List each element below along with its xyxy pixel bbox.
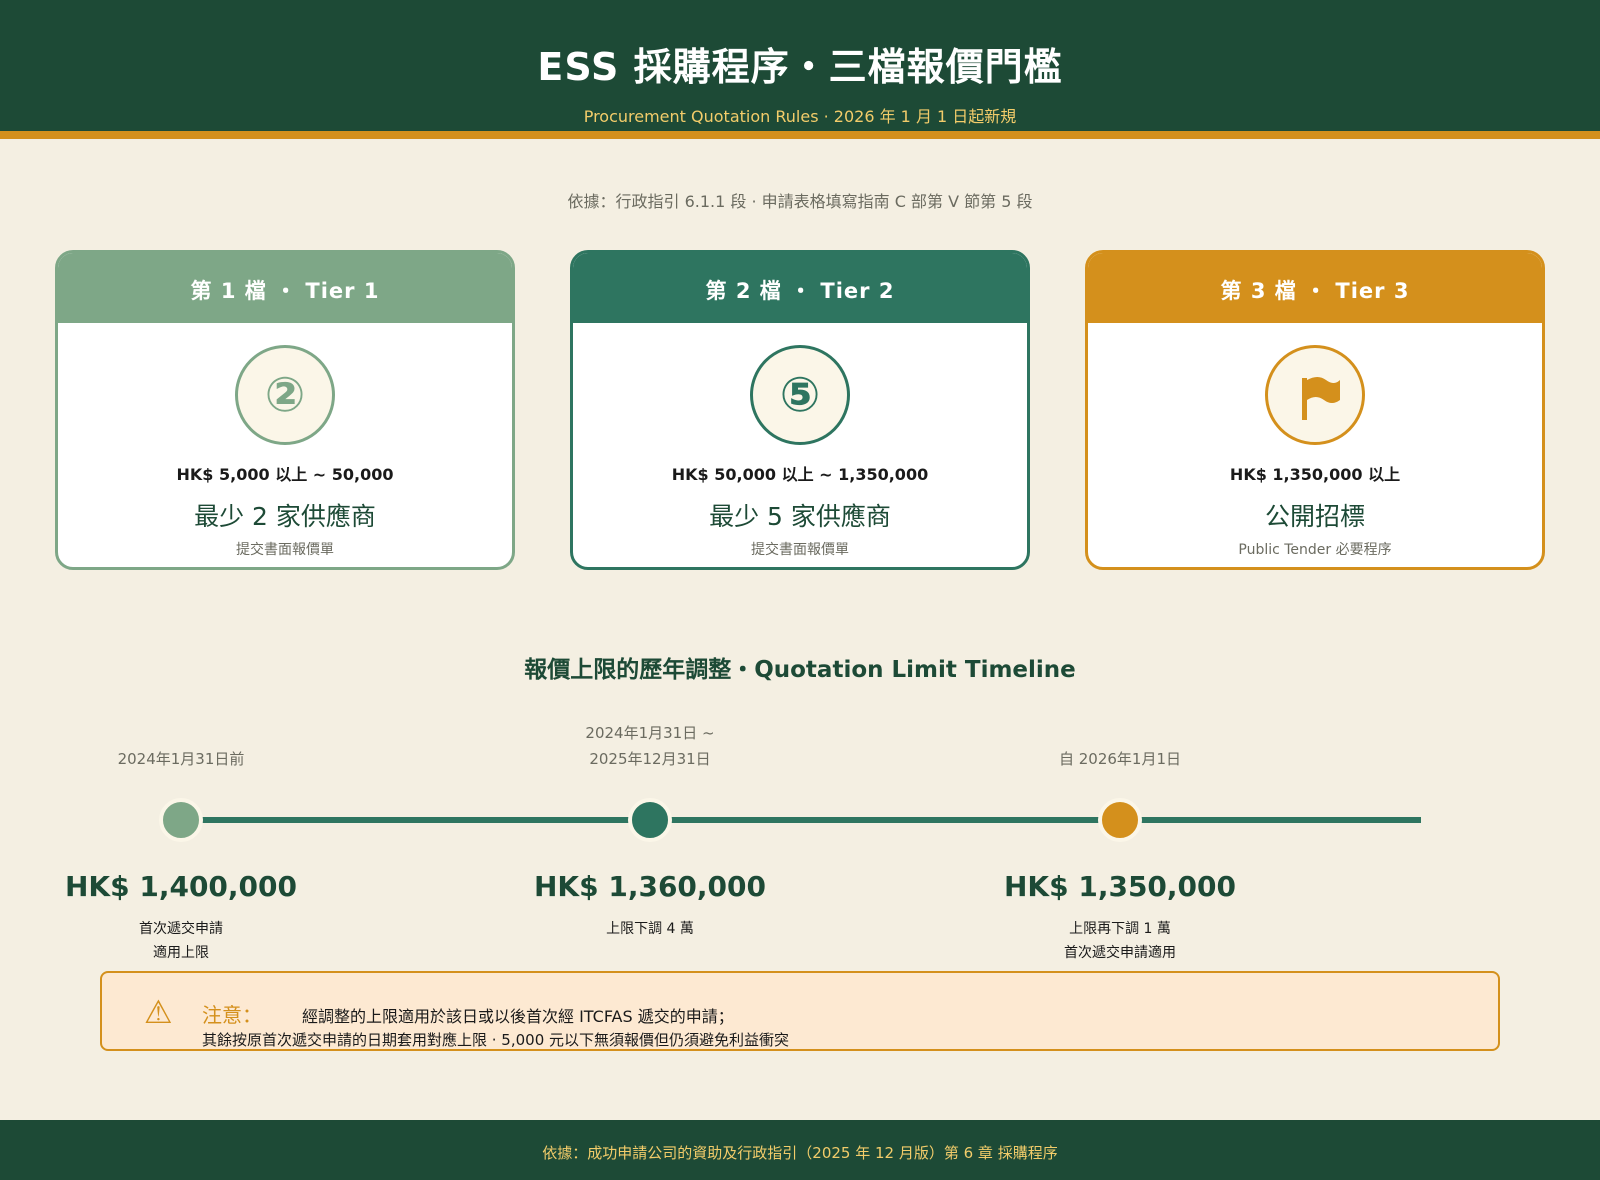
tier-2-heading: 第 2 檔 ・ Tier 2: [573, 253, 1027, 323]
tier-3-heading: 第 3 檔 ・ Tier 3: [1088, 253, 1542, 323]
page-title: ESS 採購程序・三檔報價門檻: [537, 45, 1063, 89]
tier-1-range: HK$ 5,000 以上 ~ 50,000: [176, 465, 394, 484]
timeline-dot-3: [1098, 798, 1142, 842]
timeline-date-2-line-1: 2024年1月31日 ~: [585, 724, 715, 742]
timeline-date-2: 2024年1月31日 ~ 2025年12月31日: [500, 720, 800, 772]
tier-2-range: HK$ 50,000 以上 ~ 1,350,000: [671, 465, 929, 484]
timeline-note-3-line-2: 首次遞交申請適用: [1064, 945, 1176, 961]
basis-reference: 依據：行政指引 6.1.1 段 · 申請表格填寫指南 C 部第 V 節第 5 段: [567, 192, 1033, 211]
timeline-title: 報價上限的歷年調整・Quotation Limit Timeline: [524, 657, 1076, 683]
flag-icon: [1265, 345, 1365, 445]
number-2-circle-icon: ②: [235, 345, 335, 445]
timeline-note-3-line-1: 上限再下調 1 萬: [1069, 921, 1171, 937]
tier-1-card: 第 1 檔 ・ Tier 1 ② HK$ 5,000 以上 ~ 50,000 最…: [55, 250, 515, 570]
tier-2-requirement: 最少 5 家供應商: [709, 502, 891, 531]
tier-3-card: 第 3 檔 ・ Tier 3 HK$ 1,350,000 以上 公開招標 Pub…: [1085, 250, 1545, 570]
timeline-note-1: 首次遞交申請 適用上限: [31, 917, 331, 965]
timeline-amount-2: HK$ 1,360,000: [533, 870, 766, 903]
timeline-note-2: 上限下調 4 萬: [500, 917, 800, 941]
timeline-amount-3: HK$ 1,350,000: [1003, 870, 1236, 903]
number-5-circle-icon: ⑤: [750, 345, 850, 445]
timeline-note-2-line-1: 上限下調 4 萬: [606, 921, 694, 937]
tier-3-requirement: 公開招標: [1264, 502, 1365, 531]
warning-icon: ⚠: [144, 993, 173, 1031]
tier-1-note: 提交書面報價單: [236, 542, 334, 558]
timeline-note-1-line-2: 適用上限: [153, 945, 209, 961]
timeline-note-1-line-1: 首次遞交申請: [139, 921, 223, 937]
tier-3-note: Public Tender 必要程序: [1238, 542, 1392, 558]
tier-2-card: 第 2 檔 ・ Tier 2 ⑤ HK$ 50,000 以上 ~ 1,350,0…: [570, 250, 1030, 570]
timeline-dot-1: [159, 798, 203, 842]
page-subtitle: Procurement Quotation Rules · 2026 年 1 月…: [583, 107, 1017, 126]
timeline-date-3: 自 2026年1月1日: [970, 746, 1270, 772]
timeline-amount-1: HK$ 1,400,000: [64, 870, 297, 903]
timeline-date-1: 2024年1月31日前: [31, 746, 331, 772]
timeline-note-3: 上限再下調 1 萬 首次遞交申請適用: [970, 917, 1270, 965]
notice-line-1: 經調整的上限適用於該日或以後首次經 ITCFAS 遞交的申請；: [302, 1007, 734, 1026]
timeline-dot-2: [628, 798, 672, 842]
notice-label: 注意：: [202, 1003, 262, 1027]
tier-1-heading: 第 1 檔 ・ Tier 1: [58, 253, 512, 323]
timeline-date-3-line: 自 2026年1月1日: [1058, 750, 1182, 768]
tier-1-requirement: 最少 2 家供應商: [194, 502, 376, 531]
page-header: ESS 採購程序・三檔報價門檻 Procurement Quotation Ru…: [0, 0, 1600, 131]
timeline-line: [181, 817, 1421, 823]
notice-box: ⚠ 注意： 經調整的上限適用於該日或以後首次經 ITCFAS 遞交的申請； 其餘…: [100, 971, 1500, 1051]
notice-line-2: 其餘按原首次遞交申請的日期套用對應上限 · 5,000 元以下無須報價但仍須避免…: [202, 1031, 790, 1049]
tier-2-note: 提交書面報價單: [751, 542, 849, 558]
timeline-date-2-line-2: 2025年12月31日: [589, 750, 711, 768]
header-accent-stripe: [0, 131, 1600, 139]
timeline-date-1-line: 2024年1月31日前: [117, 750, 245, 768]
page-footer: 依據：成功申請公司的資助及行政指引（2025 年 12 月版）第 6 章 採購程…: [0, 1120, 1600, 1180]
tier-3-range: HK$ 1,350,000 以上: [1229, 465, 1401, 484]
